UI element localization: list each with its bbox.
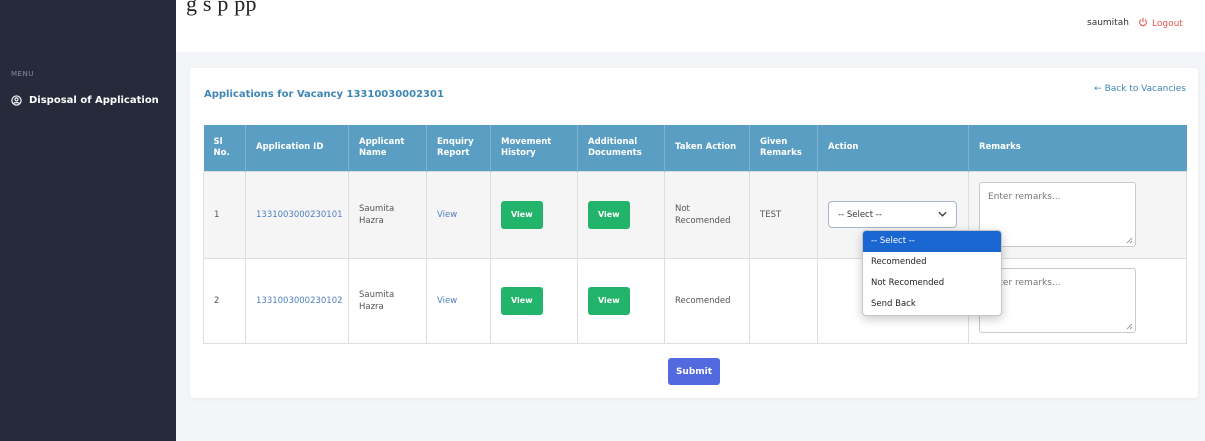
dropdown-option-not-recomended[interactable]: Not Recomended bbox=[863, 273, 1001, 294]
sidebar-item-disposal-of-application[interactable]: Disposal of Application bbox=[11, 95, 159, 106]
top-strip: g s p pp bbox=[0, 0, 1205, 52]
cell-given-remarks: TEST bbox=[749, 170, 818, 259]
cell-applicant-name: Saumita Hazra bbox=[348, 257, 427, 344]
cell-enquiry-report: View bbox=[426, 257, 491, 344]
remarks-placeholder: Enter remarks... bbox=[988, 192, 1061, 202]
cell-application-id: 1331003000230102 bbox=[245, 257, 349, 344]
cell-taken-action: Recomended bbox=[664, 257, 750, 344]
header-application-id: Application ID bbox=[245, 125, 349, 171]
submit-button[interactable]: Submit bbox=[668, 358, 720, 385]
application-id-link[interactable]: 1331003000230102 bbox=[256, 296, 343, 306]
cell-additional-documents: View bbox=[577, 170, 665, 259]
header-movement-history: Movement History bbox=[490, 125, 578, 171]
additional-documents-view-button[interactable]: View bbox=[588, 286, 630, 315]
table-header-row: Sl No. Application ID Applicant Name Enq… bbox=[203, 125, 1187, 171]
action-dropdown-list: -- Select -- Recomended Not Recomended S… bbox=[862, 230, 1002, 316]
additional-documents-view-button[interactable]: View bbox=[588, 200, 630, 229]
table-row: 2 1331003000230102 Saumita Hazra View Vi… bbox=[203, 257, 1187, 344]
enquiry-report-view-link[interactable]: View bbox=[437, 296, 457, 306]
dropdown-option-send-back[interactable]: Send Back bbox=[863, 294, 1001, 315]
dropdown-option-recomended[interactable]: Recomended bbox=[863, 252, 1001, 273]
user-circle-icon bbox=[11, 95, 22, 106]
movement-history-view-button[interactable]: View bbox=[501, 286, 543, 315]
remarks-input[interactable]: Enter remarks... bbox=[979, 268, 1136, 333]
sidebar-item-label: Disposal of Application bbox=[29, 95, 159, 106]
header-taken-action: Taken Action bbox=[664, 125, 750, 171]
movement-history-view-button[interactable]: View bbox=[501, 200, 543, 229]
back-to-vacancies-link[interactable]: ← Back to Vacancies bbox=[1094, 84, 1186, 94]
action-select-value: -- Select -- bbox=[838, 209, 882, 220]
cell-sl: 2 bbox=[203, 257, 246, 344]
cell-movement-history: View bbox=[490, 257, 578, 344]
username-label: saumitah bbox=[1087, 18, 1129, 28]
header-action: Action bbox=[817, 125, 969, 171]
page-title: Applications for Vacancy 13310030002301 bbox=[204, 89, 444, 100]
dropdown-option-select[interactable]: -- Select -- bbox=[863, 231, 1001, 252]
action-select[interactable]: -- Select -- bbox=[828, 201, 957, 228]
applications-card: Applications for Vacancy 13310030002301 … bbox=[190, 68, 1198, 398]
remarks-input[interactable]: Enter remarks... bbox=[979, 182, 1136, 247]
cell-enquiry-report: View bbox=[426, 170, 491, 259]
header-applicant-name: Applicant Name bbox=[348, 125, 427, 171]
cell-sl: 1 bbox=[203, 170, 246, 259]
header-additional-documents: Additional Documents bbox=[577, 125, 665, 171]
power-icon bbox=[1138, 17, 1148, 30]
header-enquiry-report: Enquiry Report bbox=[426, 125, 491, 171]
header-sl-no: Sl No. bbox=[203, 125, 246, 171]
table-row: 1 1331003000230101 Saumita Hazra View Vi… bbox=[203, 170, 1187, 259]
header-given-remarks: Given Remarks bbox=[749, 125, 818, 171]
clipped-caption-text: g s p pp bbox=[186, 0, 257, 16]
resize-grip-icon[interactable] bbox=[1126, 323, 1133, 330]
cell-taken-action: Not Recomended bbox=[664, 170, 750, 259]
sidebar: MENU Disposal of Application bbox=[0, 0, 176, 441]
logout-button[interactable]: Logout bbox=[1138, 17, 1183, 30]
cell-given-remarks bbox=[749, 257, 818, 344]
cell-additional-documents: View bbox=[577, 257, 665, 344]
cell-movement-history: View bbox=[490, 170, 578, 259]
header-remarks: Remarks bbox=[968, 125, 1187, 171]
logout-label: Logout bbox=[1152, 18, 1183, 29]
cell-applicant-name: Saumita Hazra bbox=[348, 170, 427, 259]
resize-grip-icon[interactable] bbox=[1126, 237, 1133, 244]
chevron-down-icon bbox=[938, 209, 947, 221]
sidebar-menu-label: MENU bbox=[11, 70, 34, 78]
cell-application-id: 1331003000230101 bbox=[245, 170, 349, 259]
enquiry-report-view-link[interactable]: View bbox=[437, 210, 457, 220]
applications-table: Sl No. Application ID Applicant Name Enq… bbox=[203, 125, 1187, 344]
application-id-link[interactable]: 1331003000230101 bbox=[256, 210, 343, 220]
